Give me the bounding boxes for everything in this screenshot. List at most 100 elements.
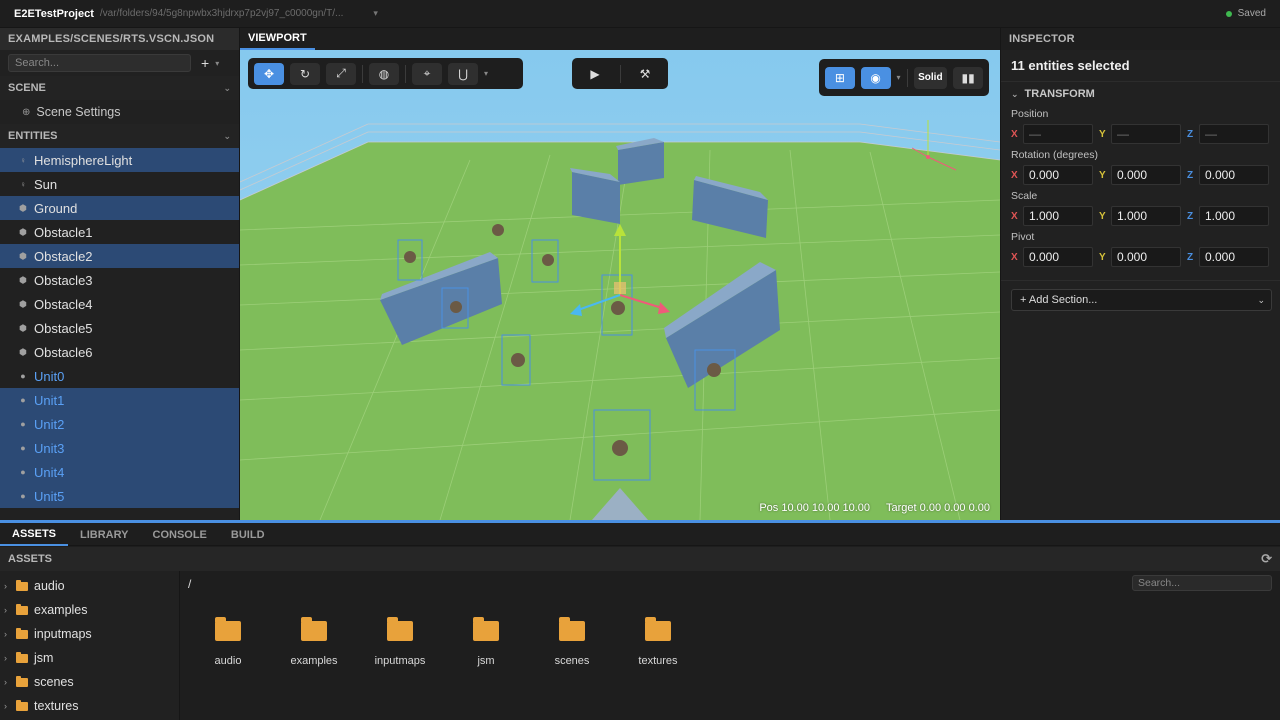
tree-folder-item[interactable]: › examples — [0, 598, 179, 622]
chevron-right-icon[interactable]: › — [4, 653, 10, 663]
entity-item[interactable]: ⬢ Obstacle3 — [0, 268, 239, 292]
grid-toggle-button[interactable]: ⊞ — [825, 66, 855, 89]
entity-label: Unit5 — [34, 488, 65, 504]
world-space-button[interactable]: ◍ — [369, 62, 399, 85]
asset-folder-tile[interactable]: jsm — [448, 617, 524, 667]
entity-item[interactable]: ● Unit4 — [0, 460, 239, 484]
entity-item[interactable]: ● Unit2 — [0, 412, 239, 436]
rotation-label: Rotation (degrees) — [1011, 148, 1098, 161]
asset-folder-tile[interactable]: inputmaps — [362, 617, 438, 667]
scene-settings-item[interactable]: ⊕ Scene Settings — [0, 100, 239, 124]
chevron-right-icon[interactable]: › — [4, 629, 10, 639]
chevron-right-icon[interactable]: › — [4, 581, 10, 591]
transform-section-label: TRANSFORM — [1024, 88, 1095, 100]
add-entity-icon[interactable]: + — [201, 55, 209, 71]
viewport-canvas[interactable]: ✥ ↻ ⤢ ◍ ⌖ ⋃ ▾ ▶ ⚒ ⊞ ◉ ▾ Solid ▮▮ Pos 10.… — [240, 50, 1000, 520]
asset-folder-tile[interactable]: examples — [276, 617, 352, 667]
move-tool-button[interactable]: ✥ — [254, 62, 284, 85]
grid-icon: ⊞ — [834, 70, 845, 85]
refresh-icon[interactable]: ⟳ — [1261, 551, 1272, 567]
asset-folder-tile[interactable]: audio — [190, 617, 266, 667]
rotation-y-input[interactable]: 0.000 — [1111, 165, 1181, 185]
chevron-right-icon[interactable]: › — [4, 677, 10, 687]
entity-item[interactable]: ♀ Sun — [0, 172, 239, 196]
chevron-down-icon[interactable]: ⌄ — [223, 131, 231, 142]
entity-item[interactable]: ● Unit0 — [0, 364, 239, 388]
chevron-down-icon[interactable]: ▾ — [373, 8, 378, 19]
snap-button[interactable]: ⋃ — [448, 62, 478, 85]
project-name[interactable]: E2ETestProject — [14, 8, 94, 20]
scene-file-title: EXAMPLES/SCENES/RTS.VSCN.JSON — [0, 28, 239, 50]
asset-folder-tile[interactable]: textures — [620, 617, 696, 667]
entity-item[interactable]: ⬢ Obstacle2 — [0, 244, 239, 268]
tab-console[interactable]: CONSOLE — [141, 523, 219, 546]
toolbar-divider — [619, 64, 621, 83]
tree-folder-item[interactable]: › scenes — [0, 670, 179, 694]
chevron-down-icon[interactable]: ▾ — [484, 69, 488, 78]
entity-item[interactable]: ⬢ Obstacle5 — [0, 316, 239, 340]
transform-section-header[interactable]: ⌄ TRANSFORM — [1001, 82, 1280, 106]
chevron-right-icon[interactable]: › — [4, 605, 10, 615]
entity-item[interactable]: ⬢ Ground — [0, 196, 239, 220]
build-button[interactable]: ⚒ — [632, 63, 658, 85]
bar-chart-icon: ▮▮ — [961, 70, 975, 85]
rotation-x-input[interactable]: 0.000 — [1023, 165, 1093, 185]
stats-button[interactable]: ▮▮ — [953, 66, 983, 89]
pivot-y-input[interactable]: 0.000 — [1111, 247, 1181, 267]
entity-item[interactable]: ● Unit5 — [0, 484, 239, 508]
visibility-toggle-button[interactable]: ◉ — [860, 66, 891, 89]
chevron-down-icon[interactable]: ▾ — [215, 59, 219, 68]
chevron-down-icon[interactable]: ⌄ — [223, 83, 231, 94]
rotate-tool-button[interactable]: ↻ — [290, 62, 320, 85]
pivot-x-input[interactable]: 0.000 — [1023, 247, 1093, 267]
axis-x-label: X — [1011, 251, 1018, 263]
entity-item[interactable]: ⬢ Obstacle1 — [0, 220, 239, 244]
magnet-icon: ⋃ — [458, 66, 468, 81]
tab-viewport[interactable]: VIEWPORT — [240, 28, 315, 50]
asset-search-input[interactable] — [1132, 575, 1272, 591]
folder-icon — [16, 675, 28, 687]
tab-assets[interactable]: ASSETS — [0, 523, 69, 546]
shading-mode-button[interactable]: Solid — [913, 66, 948, 89]
entity-item[interactable]: ⬢ Obstacle4 — [0, 292, 239, 316]
asset-folder-tile[interactable]: scenes — [534, 617, 610, 667]
entity-search-input[interactable] — [8, 54, 191, 72]
tree-folder-item[interactable]: › jsm — [0, 646, 179, 670]
entities-section-header[interactable]: ENTITIES ⌄ — [0, 124, 239, 148]
scale-z-input[interactable]: 1.000 — [1199, 206, 1269, 226]
entity-label: Obstacle5 — [34, 320, 93, 336]
entity-item[interactable]: ● Unit3 — [0, 436, 239, 460]
position-x-input[interactable]: — — [1023, 124, 1093, 144]
chevron-down-icon[interactable]: ▾ — [897, 73, 901, 82]
pivot-z-input[interactable]: 0.000 — [1199, 247, 1269, 267]
play-button[interactable]: ▶ — [582, 63, 608, 85]
entity-item[interactable]: ● Unit1 — [0, 388, 239, 412]
scene-render[interactable] — [240, 50, 1000, 520]
pivot-button[interactable]: ⌖ — [412, 62, 442, 85]
add-section-select[interactable]: + Add Section... ⌄ — [1011, 289, 1272, 311]
asset-path-breadcrumb[interactable]: / — [188, 577, 191, 591]
add-section-label: + Add Section... — [1020, 294, 1098, 306]
entity-item[interactable]: ♀ HemisphereLight — [0, 148, 239, 172]
position-y-input[interactable]: — — [1111, 124, 1181, 144]
tab-build[interactable]: BUILD — [219, 523, 277, 546]
scale-y-input[interactable]: 1.000 — [1111, 206, 1181, 226]
tree-folder-label: audio — [34, 579, 65, 593]
scale-tool-button[interactable]: ⤢ — [326, 62, 356, 85]
tree-folder-item[interactable]: › audio — [0, 574, 179, 598]
toolbar-divider — [405, 64, 406, 83]
entity-item[interactable]: ⬢ Obstacle6 — [0, 340, 239, 364]
chevron-down-icon[interactable]: ⌄ — [1011, 89, 1019, 100]
play-icon: ▶ — [590, 66, 600, 81]
scale-x-input[interactable]: 1.000 — [1023, 206, 1093, 226]
asset-folder-label: textures — [638, 655, 678, 667]
tree-folder-item[interactable]: › inputmaps — [0, 622, 179, 646]
scene-section-header[interactable]: SCENE ⌄ — [0, 76, 239, 100]
position-z-input[interactable]: — — [1199, 124, 1269, 144]
rotation-z-input[interactable]: 0.000 — [1199, 165, 1269, 185]
pivot-z-cell: Z 0.000 — [1187, 247, 1269, 267]
tree-folder-item[interactable]: › textures — [0, 694, 179, 718]
scale-x-cell: X 1.000 — [1011, 206, 1093, 226]
tab-library[interactable]: LIBRARY — [68, 523, 140, 546]
chevron-right-icon[interactable]: › — [4, 701, 10, 711]
